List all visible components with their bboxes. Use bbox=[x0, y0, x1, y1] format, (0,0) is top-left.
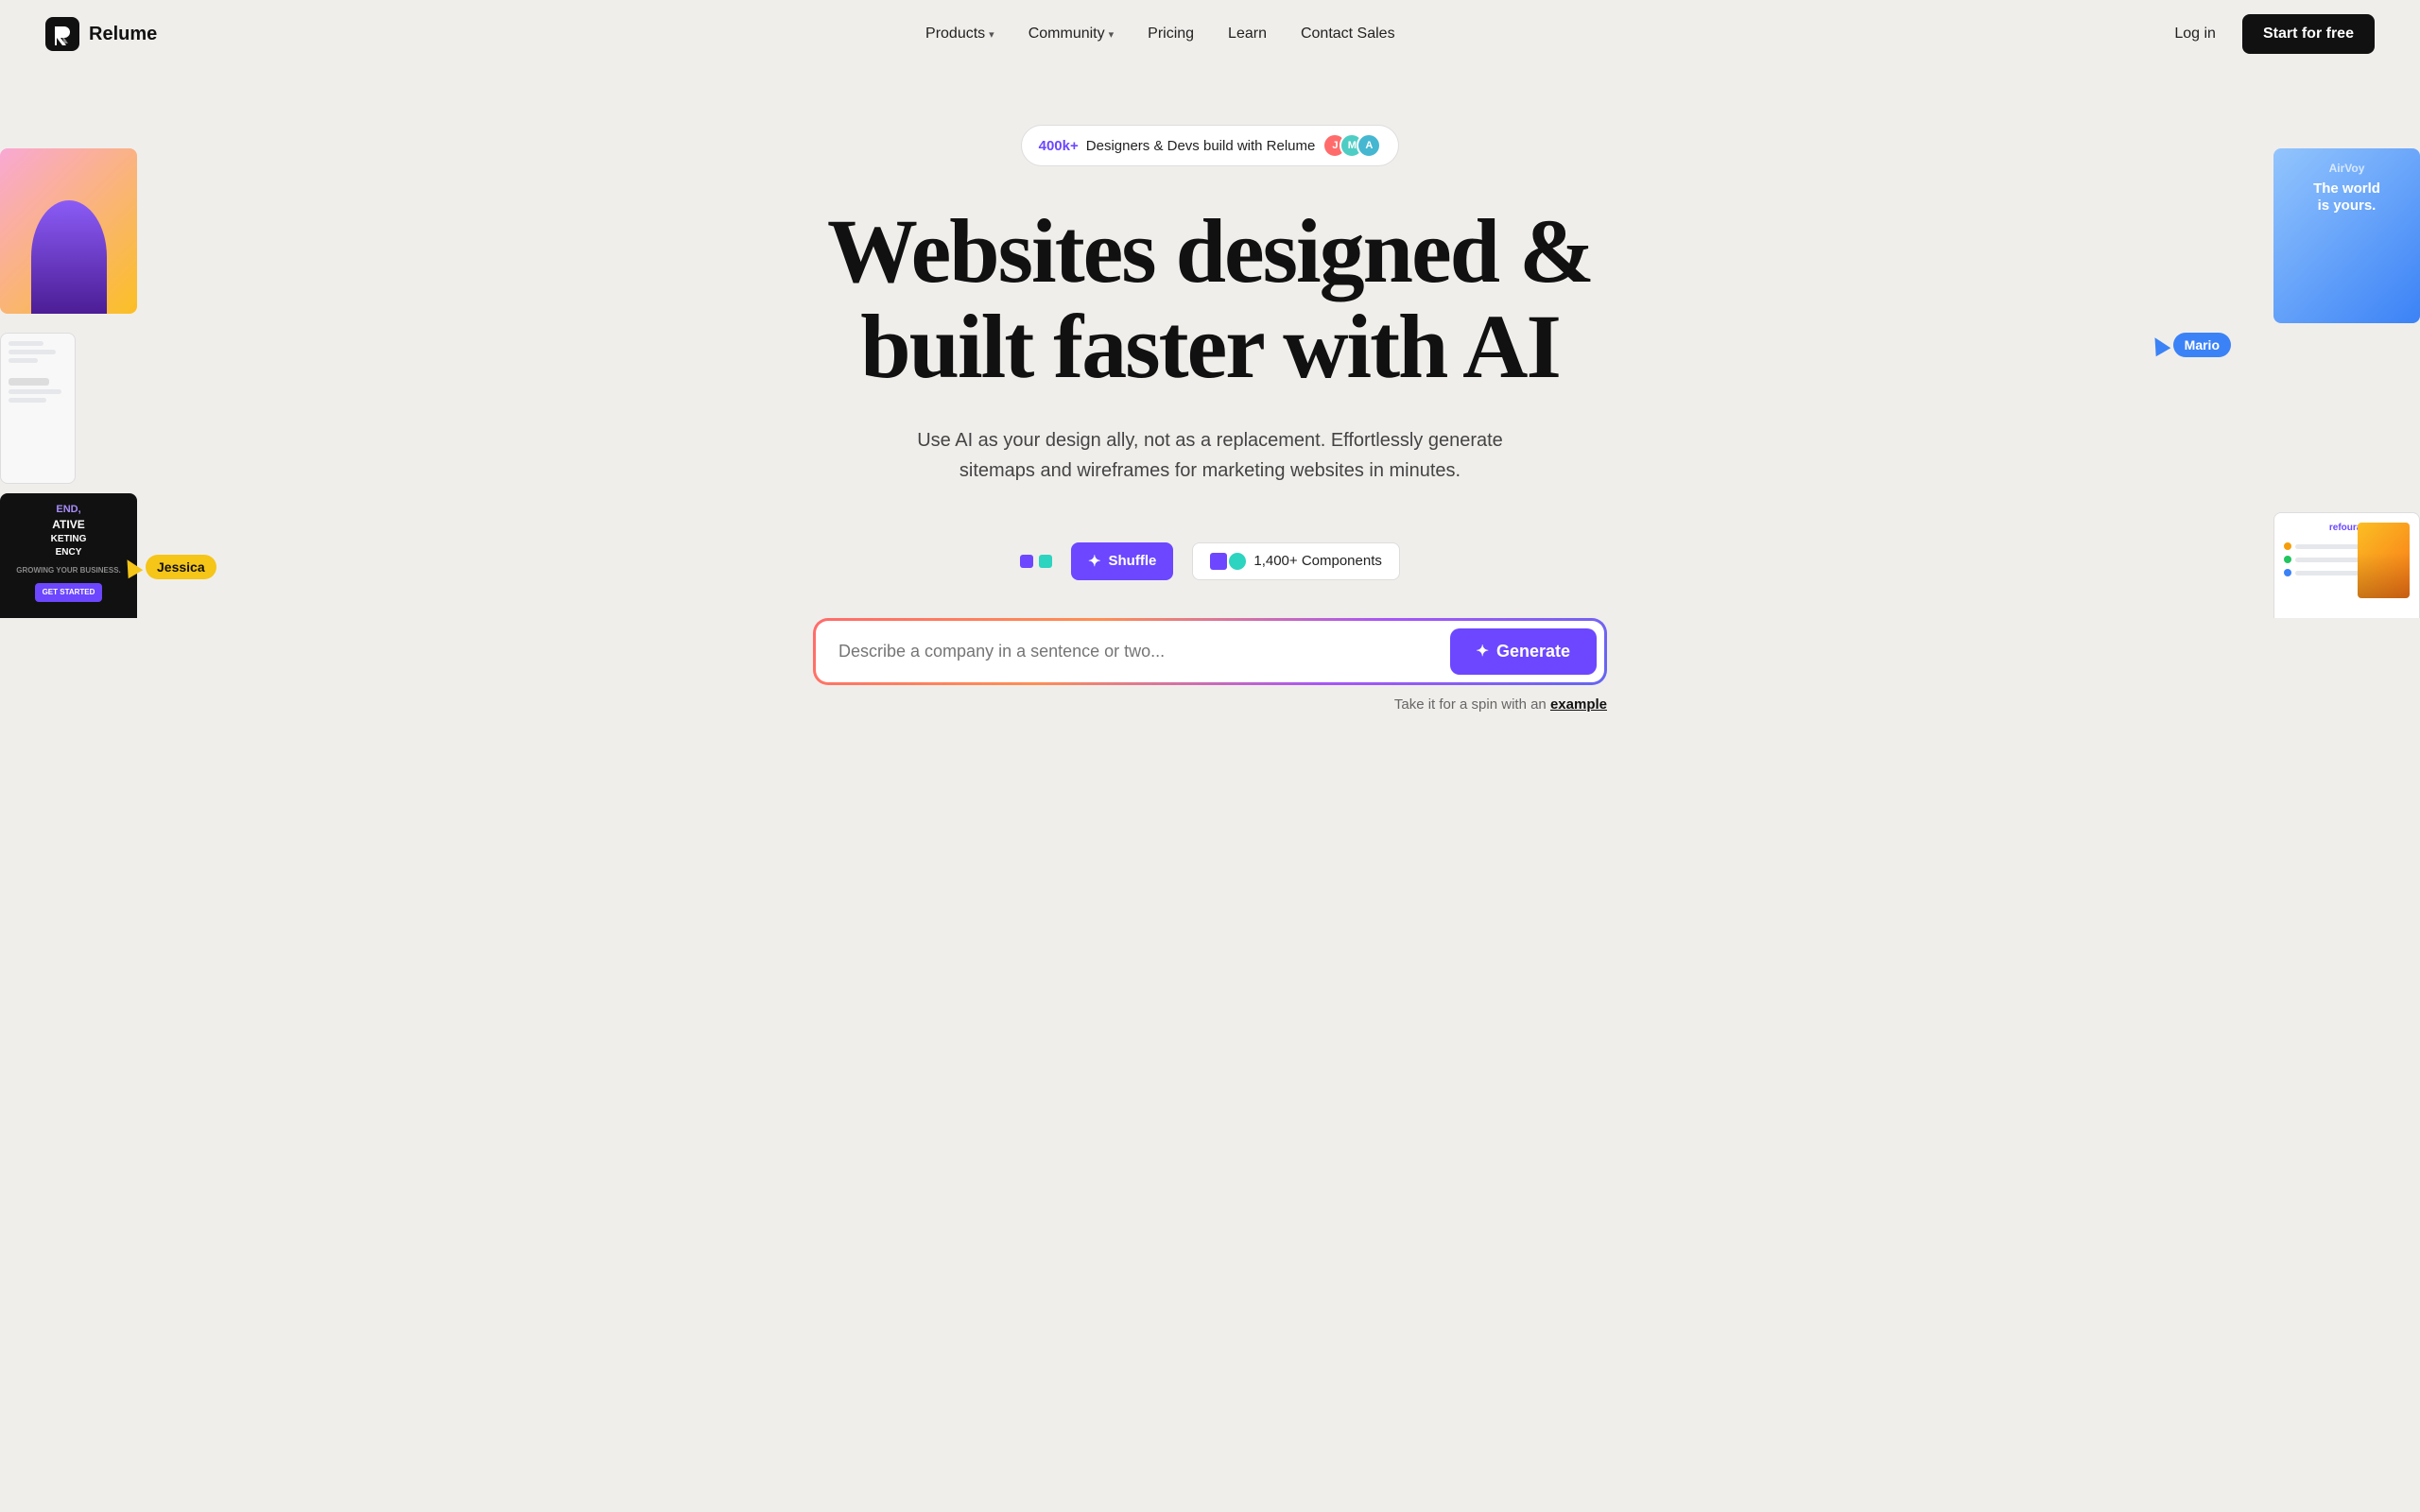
nav-pricing[interactable]: Pricing bbox=[1134, 18, 1207, 50]
input-section: ✦ Generate Take it for a spin with an ex… bbox=[794, 618, 1626, 788]
screenshot-right-top-text: AirVoy The worldis yours. bbox=[2273, 148, 2420, 228]
input-hint: Take it for a spin with an example bbox=[813, 696, 1607, 713]
toolbar-strip: ✦ Shuffle 1,400+ Components bbox=[19, 542, 2401, 580]
logo-link[interactable]: Relume bbox=[45, 17, 157, 51]
dot-icon bbox=[1020, 555, 1033, 568]
cursor-arrow-icon bbox=[2147, 334, 2170, 357]
chevron-down-icon: ▾ bbox=[1109, 28, 1115, 41]
nav-community[interactable]: Community ▾ bbox=[1015, 18, 1127, 50]
start-for-free-button[interactable]: Start for free bbox=[2242, 14, 2375, 54]
mario-label: Mario bbox=[2173, 333, 2231, 357]
toolbar-dots bbox=[1020, 555, 1052, 568]
screenshot-left-phone bbox=[0, 333, 76, 484]
badge-text: Designers & Devs build with Relume bbox=[1086, 138, 1316, 154]
nav-actions: Log in Start for free bbox=[2163, 14, 2375, 54]
components-button[interactable]: 1,400+ Components bbox=[1192, 542, 1400, 580]
cursor-mario: Mario bbox=[2151, 333, 2231, 357]
shuffle-icon: ✦ bbox=[1088, 552, 1100, 571]
hero-subtitle: Use AI as your design ally, not as a rep… bbox=[889, 425, 1531, 486]
badge-avatars: J M A bbox=[1322, 133, 1381, 158]
hero-title: Websites designed & built faster with AI bbox=[785, 204, 1635, 395]
nav-learn[interactable]: Learn bbox=[1215, 18, 1280, 50]
screenshot-left-top bbox=[0, 148, 137, 314]
login-button[interactable]: Log in bbox=[2163, 18, 2227, 50]
input-gradient-border: ✦ Generate bbox=[813, 618, 1607, 685]
badge-count: 400k+ bbox=[1039, 138, 1079, 154]
avatar-3: A bbox=[1357, 133, 1381, 158]
sparkle-icon: ✦ bbox=[1477, 642, 1489, 661]
dot-icon bbox=[1039, 555, 1052, 568]
social-proof-badge: 400k+ Designers & Devs build with Relume… bbox=[1021, 125, 1400, 166]
example-link[interactable]: example bbox=[1550, 696, 1607, 713]
component-icons bbox=[1210, 553, 1246, 570]
input-inner: ✦ Generate bbox=[816, 621, 1604, 682]
screenshot-right-top: AirVoy The worldis yours. bbox=[2273, 148, 2420, 323]
navbar: Relume Products ▾ Community ▾ Pricing Le… bbox=[0, 0, 2420, 68]
nav-products[interactable]: Products ▾ bbox=[912, 18, 1008, 50]
nav-contact[interactable]: Contact Sales bbox=[1288, 18, 1409, 50]
screenshot-figure bbox=[31, 200, 107, 314]
company-description-input[interactable] bbox=[838, 630, 1439, 673]
generate-button[interactable]: ✦ Generate bbox=[1450, 628, 1597, 675]
hero-section: END, ATIVE KETING ENCY growing your busi… bbox=[0, 68, 2420, 618]
nav-links: Products ▾ Community ▾ Pricing Learn Con… bbox=[912, 18, 1409, 50]
chevron-down-icon: ▾ bbox=[989, 28, 994, 41]
relume-logo-icon bbox=[45, 17, 79, 51]
component-icon-2 bbox=[1229, 553, 1246, 570]
hero-title-line2: built faster with AI bbox=[860, 296, 1560, 397]
logo-text: Relume bbox=[89, 24, 157, 45]
hero-title-line1: Websites designed & bbox=[827, 200, 1593, 301]
shuffle-button[interactable]: ✦ Shuffle bbox=[1071, 542, 1173, 580]
component-icon-1 bbox=[1210, 553, 1227, 570]
